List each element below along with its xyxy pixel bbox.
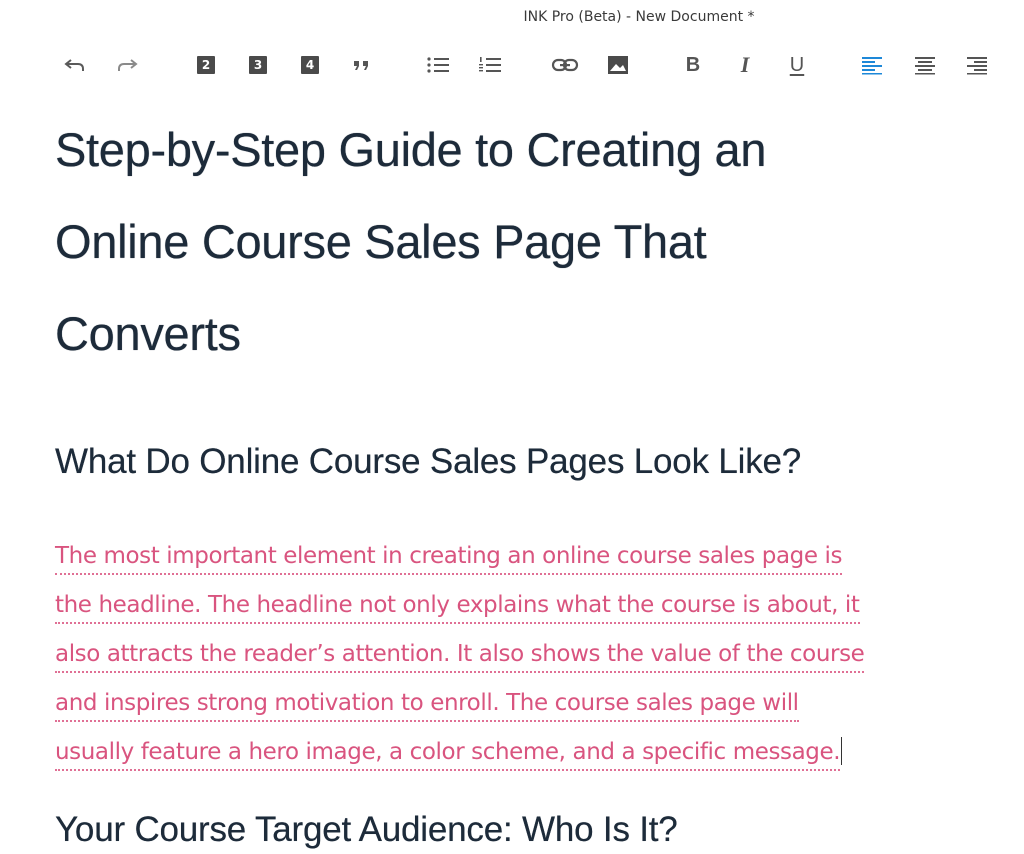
document-title[interactable]: Step-by-Step Guide to Creating an Online…: [55, 104, 995, 380]
paragraph-line: usually feature a hero image, a color sc…: [55, 739, 841, 771]
title-line: Step-by-Step Guide to Creating an: [55, 123, 767, 176]
numbered-list-button[interactable]: [475, 50, 505, 80]
section-heading-1[interactable]: What Do Online Course Sales Pages Look L…: [55, 442, 801, 482]
link-icon: [551, 58, 579, 72]
align-center-icon: [915, 57, 935, 75]
italic-icon: I: [740, 52, 750, 77]
section-paragraph[interactable]: The most important element in creating a…: [55, 532, 995, 777]
redo-button[interactable]: [112, 50, 142, 80]
document-body[interactable]: Step-by-Step Guide to Creating an Online…: [55, 104, 995, 849]
bullet-list-button[interactable]: [423, 50, 453, 80]
image-button[interactable]: [603, 50, 633, 80]
paragraph-line: the headline. The headline not only expl…: [55, 592, 860, 624]
heading-4-button[interactable]: 4: [295, 50, 325, 80]
heading-2-button[interactable]: 2: [191, 50, 221, 80]
heading-4-icon: 4: [301, 56, 319, 74]
blockquote-button[interactable]: [347, 50, 377, 80]
heading-3-icon: 3: [249, 56, 267, 74]
align-left-button[interactable]: [857, 50, 887, 80]
title-line: Online Course Sales Page That: [55, 215, 707, 268]
align-right-icon: [967, 57, 987, 75]
blockquote-icon: [354, 61, 368, 70]
paragraph-line: also attracts the reader’s attention. It…: [55, 641, 865, 673]
formatting-toolbar: 2 3 4 B I U: [60, 50, 1000, 80]
heading-3-button[interactable]: 3: [243, 50, 273, 80]
align-left-icon: [862, 57, 882, 75]
link-button[interactable]: [550, 50, 580, 80]
align-center-button[interactable]: [910, 50, 940, 80]
italic-button[interactable]: I: [730, 50, 760, 80]
heading-2-icon: 2: [197, 56, 215, 74]
undo-icon: [64, 59, 84, 71]
window-title: INK Pro (Beta) - New Document *: [523, 9, 755, 25]
paragraph-line: and inspires strong motivation to enroll…: [55, 690, 799, 722]
bold-button[interactable]: B: [678, 50, 708, 80]
redo-icon: [118, 59, 138, 71]
text-cursor: [841, 737, 843, 765]
underline-icon: U: [789, 53, 805, 76]
bullet-list-icon: [427, 57, 449, 73]
paragraph-line: The most important element in creating a…: [55, 543, 842, 575]
bold-icon: B: [685, 53, 701, 76]
editor-window: INK Pro (Beta) - New Document * 2 3 4 B …: [0, 0, 1024, 854]
image-icon: [608, 56, 628, 74]
undo-button[interactable]: [60, 50, 90, 80]
title-line: Converts: [55, 307, 241, 360]
align-right-button[interactable]: [962, 50, 992, 80]
underline-button[interactable]: U: [782, 50, 812, 80]
section-heading-2[interactable]: Your Course Target Audience: Who Is It?: [55, 810, 678, 850]
numbered-list-icon: [479, 57, 501, 72]
